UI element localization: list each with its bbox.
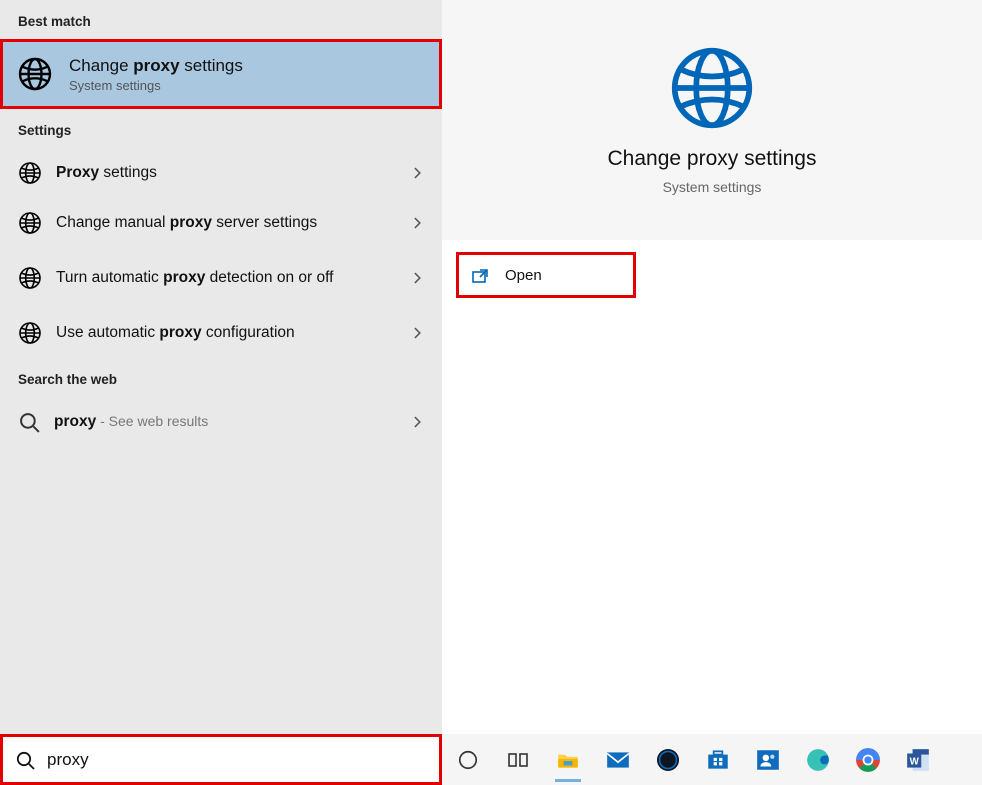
store-icon[interactable] [702, 744, 734, 776]
section-web: Search the web [0, 358, 442, 397]
settings-result-manual-proxy[interactable]: Change manual proxy server settings [0, 198, 442, 248]
settings-result-auto-detect[interactable]: Turn automatic proxy detection on or off [0, 248, 442, 308]
globe-icon [669, 45, 755, 131]
settings-result-proxy-settings[interactable]: Proxy settings [0, 148, 442, 198]
task-view-icon[interactable] [502, 744, 534, 776]
open-external-icon [471, 266, 489, 284]
section-best-match: Best match [0, 0, 442, 39]
search-icon [18, 411, 40, 433]
edge-icon[interactable] [802, 744, 834, 776]
preview-pane: Change proxy settings System settings Op… [442, 0, 982, 734]
web-result-proxy[interactable]: proxy - See web results [0, 397, 442, 447]
globe-icon [17, 56, 53, 92]
file-explorer-icon[interactable] [552, 744, 584, 776]
web-result-label: proxy - See web results [54, 412, 410, 431]
settings-result-auto-config[interactable]: Use automatic proxy configuration [0, 308, 442, 358]
preview-subtitle: System settings [663, 179, 762, 195]
chevron-right-icon [410, 271, 424, 285]
preview-card: Change proxy settings System settings [442, 0, 982, 240]
globe-icon [18, 266, 42, 290]
globe-icon [18, 321, 42, 345]
open-label: Open [505, 267, 542, 284]
taskbar: W [442, 734, 982, 785]
best-match-subtitle: System settings [69, 78, 243, 93]
search-results-pane: Best match Change proxy settings System … [0, 0, 442, 734]
cortana-circle-icon[interactable] [452, 744, 484, 776]
chevron-right-icon [410, 216, 424, 230]
section-settings: Settings [0, 109, 442, 148]
word-icon[interactable]: W [902, 744, 934, 776]
settings-result-label: Turn automatic proxy detection on or off [56, 268, 410, 287]
chrome-icon[interactable] [852, 744, 884, 776]
chevron-right-icon [410, 415, 424, 429]
dell-icon[interactable] [652, 744, 684, 776]
search-input[interactable] [47, 750, 439, 770]
chevron-right-icon [410, 166, 424, 180]
svg-text:W: W [910, 756, 920, 767]
search-icon [15, 750, 35, 770]
preview-title: Change proxy settings [608, 147, 817, 171]
settings-result-label: Change manual proxy server settings [56, 213, 410, 232]
taskbar-search-box[interactable] [0, 734, 442, 785]
globe-icon [18, 211, 42, 235]
open-action[interactable]: Open [456, 252, 636, 298]
settings-result-label: Use automatic proxy configuration [56, 323, 410, 342]
mail-icon[interactable] [602, 744, 634, 776]
chevron-right-icon [410, 326, 424, 340]
settings-result-label: Proxy settings [56, 163, 410, 182]
best-match-result[interactable]: Change proxy settings System settings [0, 39, 442, 109]
best-match-title: Change proxy settings [69, 56, 243, 76]
globe-icon [18, 161, 42, 185]
people-icon[interactable] [752, 744, 784, 776]
